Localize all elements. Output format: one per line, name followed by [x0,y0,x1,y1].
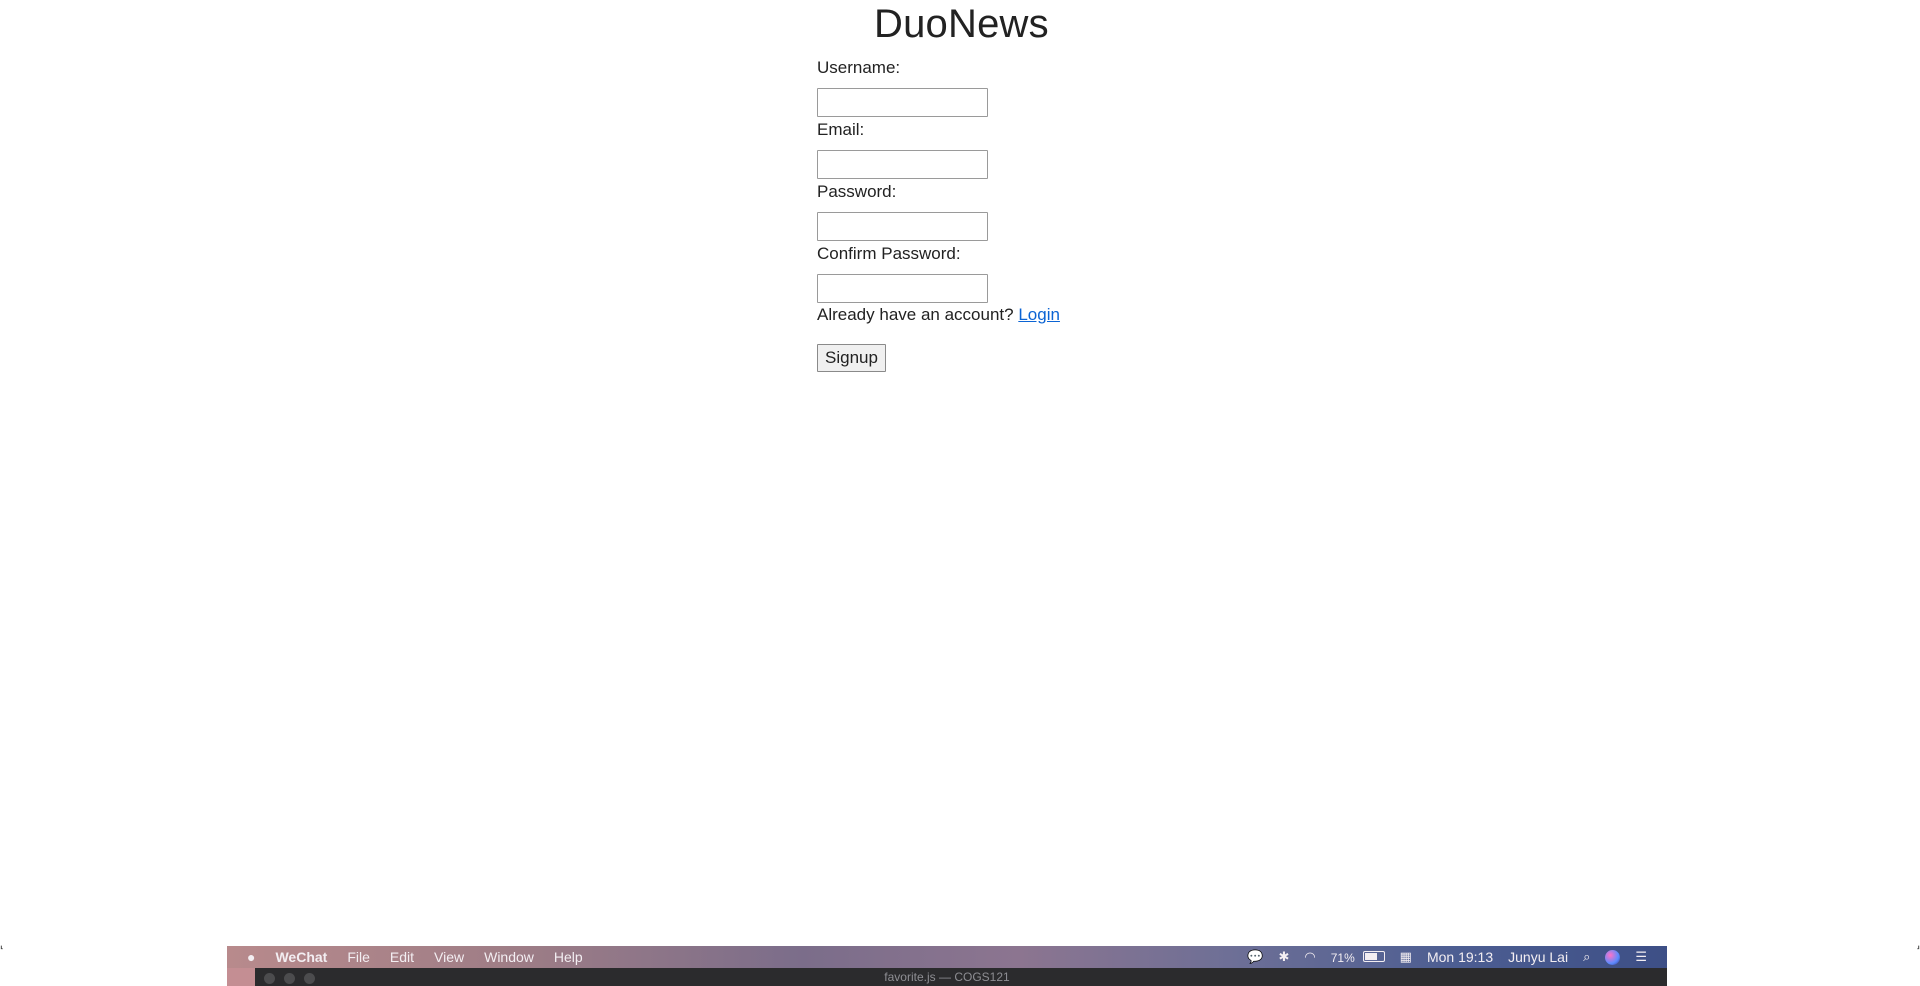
siri-icon[interactable] [1605,949,1621,965]
macos-menu-bar: ● WeChat File Edit View Window Help 💬 ✱ … [227,946,1667,968]
editor-window-title: favorite.js — COGS121 [884,970,1010,984]
confirm-password-input[interactable] [817,274,988,303]
menu-edit[interactable]: Edit [390,949,414,965]
menu-window[interactable]: Window [484,949,534,965]
signup-button[interactable]: Signup [817,344,886,372]
login-link[interactable]: Login [1018,305,1060,324]
menu-clock[interactable]: Mon 19:13 [1427,949,1493,965]
menu-view[interactable]: View [434,949,464,965]
menu-file[interactable]: File [347,949,370,965]
wechat-icon[interactable]: 💬 [1247,949,1263,965]
password-input[interactable] [817,212,988,241]
email-input[interactable] [817,150,988,179]
corner-mark-right: ⸥ [1916,940,1920,951]
menu-help[interactable]: Help [554,949,583,965]
corner-mark-left: ⸤ [0,940,4,951]
search-icon[interactable]: ⌕ [1583,949,1590,965]
battery-status[interactable]: 71% [1331,949,1385,965]
menu-bar-left: ● WeChat File Edit View Window Help [227,949,603,965]
page: DuoNews Username: Email: Password: Confi… [0,0,1920,986]
battery-percent: 71% [1330,951,1355,965]
email-label: Email: [817,120,865,139]
notification-center-icon[interactable]: ☰ [1635,949,1647,965]
menu-app-name[interactable]: WeChat [275,949,327,965]
login-prompt-text: Already have an account? [817,305,1014,324]
editor-window-titlebar: favorite.js — COGS121 [227,968,1667,986]
bluetooth-icon[interactable]: ✱ [1278,949,1289,965]
wifi-icon[interactable]: ◠ [1304,949,1315,965]
menu-bar-right: 💬 ✱ ◠ 71% ▦ Mon 19:13 Junyu Lai ⌕ ☰ [1247,949,1667,965]
menu-user[interactable]: Junyu Lai [1508,949,1568,965]
username-input[interactable] [817,88,988,117]
password-label: Password: [817,182,897,201]
battery-icon [1362,951,1385,962]
login-prompt-row: Already have an account? Login [817,305,1060,325]
site-title: DuoNews [874,2,1049,46]
apple-icon[interactable]: ● [247,949,255,965]
confirm-password-label: Confirm Password: [817,244,961,263]
username-label: Username: [817,58,901,77]
input-method-icon[interactable]: ▦ [1400,949,1412,965]
